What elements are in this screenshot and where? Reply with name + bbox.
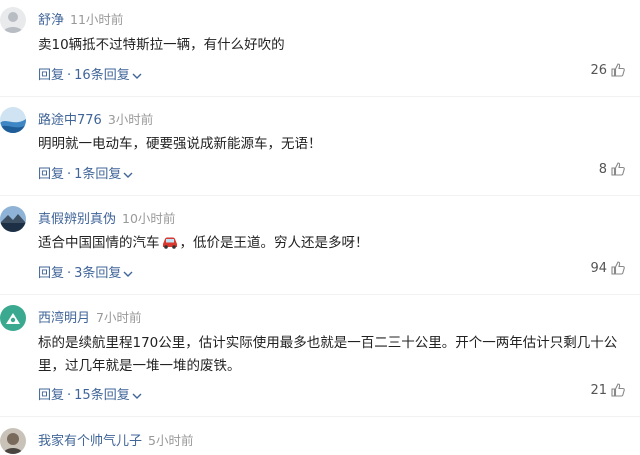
avatar[interactable] <box>0 107 26 133</box>
comment-body: 明明就一电动车，硬要强说成新能源车，无语！ <box>38 136 322 152</box>
like-button[interactable]: 8 <box>560 161 626 177</box>
divider <box>0 195 640 196</box>
comment-actions: 回复 · 1条回复 <box>38 163 133 182</box>
comment-time: 11小时前 <box>70 12 124 27</box>
comment-username[interactable]: 我家有个帅气儿子 5小时前 <box>38 430 193 449</box>
comment-body-line: 里，过几年就是一堆一堆的废铁。 <box>38 358 241 374</box>
body-text-part: 适合中国国情的汽车 <box>38 235 160 251</box>
thumbs-up-icon <box>611 63 625 77</box>
view-replies-button[interactable]: 15条回复 <box>74 388 142 403</box>
comment-actions: 回复 · 3条回复 <box>38 262 133 281</box>
thumbs-up-icon <box>611 261 625 275</box>
comment-time: 10小时前 <box>122 211 176 226</box>
replies-count: 16条回复 <box>74 68 130 83</box>
separator-dot: · <box>67 388 72 403</box>
like-button[interactable]: 94 <box>560 260 626 276</box>
divider <box>0 294 640 295</box>
reply-button[interactable]: 回复 <box>38 68 64 83</box>
replies-count: 1条回复 <box>74 167 122 182</box>
avatar[interactable] <box>0 7 26 33</box>
view-replies-button[interactable]: 16条回复 <box>74 68 142 83</box>
separator-dot: · <box>67 167 72 182</box>
username-text[interactable]: 西湾明月 <box>38 311 90 326</box>
thumbs-up-icon <box>611 162 625 176</box>
green-tent-avatar-icon <box>0 305 26 331</box>
car-emoji-icon <box>162 237 177 249</box>
like-count: 21 <box>590 382 607 398</box>
reply-button[interactable]: 回复 <box>38 388 64 403</box>
thumbs-up-icon <box>611 383 625 397</box>
replies-count: 3条回复 <box>74 266 122 281</box>
view-replies-button[interactable]: 3条回复 <box>74 266 133 281</box>
child-photo-avatar-icon <box>0 428 26 454</box>
comment-actions: 回复 · 16条回复 <box>38 64 142 83</box>
comment-time: 3小时前 <box>107 112 154 127</box>
comment-body: 适合中国国情的汽车 ，低价是王道。穷人还是多呀！ <box>38 232 369 255</box>
comment-username[interactable]: 西湾明月 7小时前 <box>38 307 141 326</box>
like-count: 8 <box>598 161 607 177</box>
comment-body: 卖10辆抵不过特斯拉一辆，有什么好吹的 <box>38 37 285 53</box>
chevron-down-icon <box>123 172 133 178</box>
mountain-lake-avatar-icon <box>0 206 26 232</box>
body-text-part: ，低价是王道。穷人还是多呀！ <box>179 235 369 251</box>
avatar[interactable] <box>0 206 26 232</box>
comment-time: 7小时前 <box>96 310 142 325</box>
chevron-down-icon <box>132 393 142 399</box>
avatar[interactable] <box>0 428 26 454</box>
username-text[interactable]: 路途中776 <box>38 113 102 128</box>
username-text[interactable]: 真假辨别真伪 <box>38 212 116 227</box>
reply-button[interactable]: 回复 <box>38 167 64 182</box>
like-button[interactable]: 26 <box>560 62 626 78</box>
reply-button[interactable]: 回复 <box>38 266 64 281</box>
like-count: 26 <box>590 62 607 78</box>
comment-username[interactable]: 舒浄 11小时前 <box>38 9 123 28</box>
separator-dot: · <box>67 266 72 281</box>
chevron-down-icon <box>132 73 142 79</box>
divider <box>0 416 640 417</box>
username-text[interactable]: 我家有个帅气儿子 <box>38 434 142 449</box>
view-replies-button[interactable]: 1条回复 <box>74 167 133 182</box>
chevron-down-icon <box>123 271 133 277</box>
comment-actions: 回复 · 15条回复 <box>38 384 142 403</box>
separator-dot: · <box>67 68 72 83</box>
person-silhouette-avatar-icon <box>0 7 26 33</box>
blue-landscape-avatar-icon <box>0 107 26 133</box>
like-button[interactable]: 21 <box>560 382 626 398</box>
username-text[interactable]: 舒浄 <box>38 13 64 28</box>
avatar[interactable] <box>0 305 26 331</box>
comment-time: 5小时前 <box>148 433 194 448</box>
comment-username[interactable]: 路途中776 3小时前 <box>38 109 153 128</box>
divider <box>0 96 640 97</box>
comment-username[interactable]: 真假辨别真伪 10小时前 <box>38 208 175 227</box>
replies-count: 15条回复 <box>74 388 130 403</box>
comment-body-line: 标的是续航里程170公里，估计实际使用最多也就是一百二三十公里。开个一两年估计只… <box>38 335 618 351</box>
like-count: 94 <box>590 260 607 276</box>
